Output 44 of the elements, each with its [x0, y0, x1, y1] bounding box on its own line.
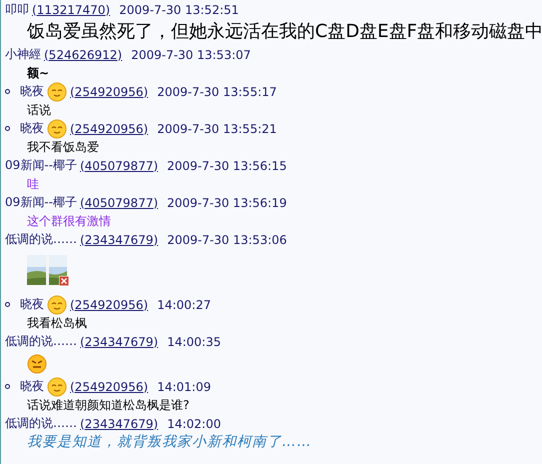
sender-name: 09新闻--椰子	[5, 194, 77, 211]
message-text: 话说	[27, 102, 51, 118]
user-id-link[interactable]: (234347679)	[80, 232, 158, 246]
user-id-link[interactable]: (254920956)	[70, 122, 148, 136]
timestamp: 2009-7-30 13:56:19	[167, 196, 287, 210]
sender-name: 晓夜	[20, 120, 44, 137]
message-text: 哇	[27, 176, 39, 192]
user-id-link[interactable]: (254920956)	[70, 84, 148, 98]
timestamp: 14:01:09	[157, 380, 211, 394]
timestamp: 2009-7-30 13:53:06	[167, 232, 287, 246]
sender-name: 晓夜	[20, 83, 44, 100]
smiley-icon	[27, 354, 47, 374]
user-id-link[interactable]: (254920956)	[70, 298, 148, 312]
user-id-link[interactable]: (234347679)	[80, 416, 158, 430]
user-id-link[interactable]: (405079877)	[80, 196, 158, 210]
message-text: 额~	[27, 64, 50, 82]
message-text: 我要是知道，就背叛我家小新和柯南了……	[27, 433, 312, 451]
sender-name: 晓夜	[20, 378, 44, 395]
message-text: 饭岛爱虽然死了，但她永远活在我的C盘D盘E盘F盘和移动磁盘中	[27, 20, 542, 44]
user-id-link[interactable]: (113217470)	[32, 2, 110, 16]
timestamp: 2009-7-30 13:52:51	[119, 2, 239, 16]
sender-name: 小神經	[5, 46, 41, 63]
user-id-link[interactable]: (524626912)	[44, 48, 122, 62]
message-text: 话说难道朝颜知道松岛枫是谁?	[27, 396, 190, 414]
user-id-link[interactable]: (234347679)	[80, 334, 158, 348]
timestamp: 14:00:27	[157, 298, 211, 312]
timestamp: 2009-7-30 13:55:21	[157, 122, 277, 136]
sender-name: 叩叩	[5, 1, 29, 18]
user-id-link[interactable]: (254920956)	[70, 380, 148, 394]
sender-name: 晓夜	[20, 296, 44, 313]
timestamp: 2009-7-30 13:53:07	[131, 48, 251, 62]
broken-image-icon	[59, 276, 69, 286]
message-text: 这个群很有激情	[27, 212, 111, 230]
timestamp: 14:02:00	[167, 416, 221, 430]
sender-name: 低调的说……	[5, 415, 77, 432]
message-text: 我看松岛枫	[27, 314, 87, 332]
user-id-link[interactable]: (405079877)	[80, 158, 158, 172]
sender-name: 低调的说……	[5, 333, 77, 350]
sender-name: 低调的说……	[5, 231, 77, 248]
timestamp: 2009-7-30 13:56:15	[167, 158, 287, 172]
sender-name: 09新闻--椰子	[5, 157, 77, 174]
timestamp: 2009-7-30 13:55:17	[157, 84, 277, 98]
timestamp: 14:00:35	[167, 334, 221, 348]
message-text: 我不看饭岛爱	[27, 138, 99, 156]
